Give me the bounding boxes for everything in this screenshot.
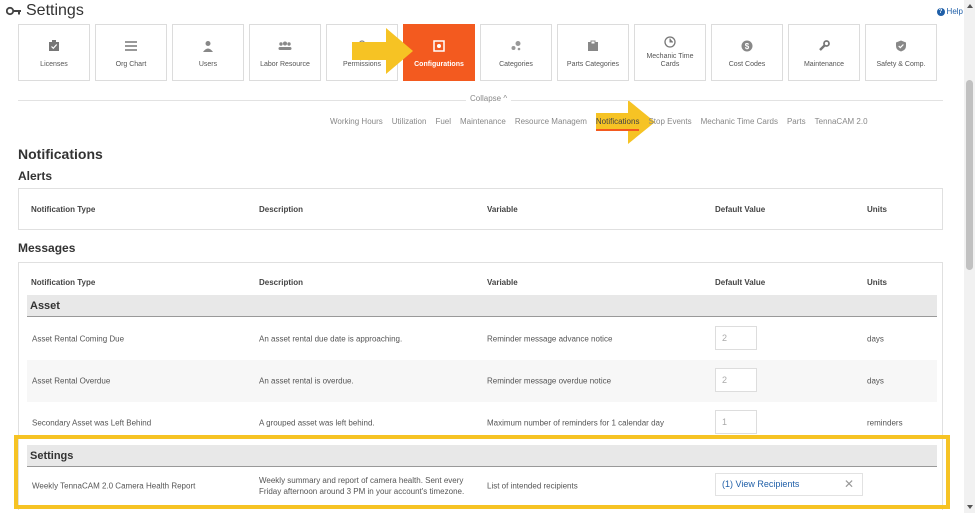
col-units: Units — [867, 278, 887, 287]
page-header-title: Settings — [26, 2, 84, 19]
tile-label: Labor Resource — [260, 61, 310, 68]
clock-icon — [663, 35, 677, 49]
shield-icon — [894, 39, 908, 53]
col-description: Description — [259, 278, 304, 287]
svg-text:$: $ — [745, 42, 750, 51]
tile-users[interactable]: Users — [172, 24, 244, 81]
col-variable: Variable — [487, 278, 518, 287]
subtab-parts[interactable]: Parts — [787, 117, 806, 131]
subtab-stop-events[interactable]: Stop Events — [648, 117, 691, 131]
tile-label: Org Chart — [115, 61, 147, 68]
key-icon — [6, 3, 22, 19]
col-notification-type: Notification Type — [31, 205, 96, 214]
parts-icon — [586, 39, 600, 53]
dollar-icon: $ — [740, 39, 754, 53]
subtab-maintenance[interactable]: Maintenance — [460, 117, 506, 131]
help-label: Help — [946, 7, 963, 16]
tile-label: Parts Categories — [566, 61, 620, 68]
categories-icon — [509, 39, 523, 53]
col-variable: Variable — [487, 205, 518, 214]
tile-labor-resource[interactable]: Labor Resource — [249, 24, 321, 81]
cell-type: Secondary Asset was Left Behind — [32, 418, 152, 428]
collapse-toggle[interactable]: Collapse ^ — [18, 93, 943, 107]
messages-heading: Messages — [18, 241, 76, 255]
default-value-input[interactable]: 1 — [715, 410, 757, 434]
tile-org-chart[interactable]: Org Chart — [95, 24, 167, 81]
tile-maintenance[interactable]: Maintenance — [788, 24, 860, 81]
cell-type: Asset Rental Overdue — [32, 376, 111, 386]
subtab-working-hours[interactable]: Working Hours — [330, 117, 383, 131]
col-units: Units — [867, 205, 887, 214]
annotation-highlight-box — [14, 435, 950, 509]
table-row: Asset Rental Overdue An asset rental is … — [27, 360, 937, 402]
cell-units: days — [867, 376, 884, 386]
alerts-table: Notification Type Description Variable D… — [18, 188, 943, 230]
tile-mechanic-time-cards[interactable]: Mechanic Time Cards — [634, 24, 706, 81]
license-icon — [47, 39, 61, 53]
cell-description: A grouped asset was left behind. — [259, 418, 375, 428]
tile-cost-codes[interactable]: $ Cost Codes — [711, 24, 783, 81]
cell-units: reminders — [867, 418, 903, 428]
subtab-tennacam[interactable]: TennaCAM 2.0 — [815, 117, 868, 131]
tile-safety-comp[interactable]: Safety & Comp. — [865, 24, 937, 81]
tile-label: Configurations — [414, 61, 464, 68]
user-icon — [201, 39, 215, 53]
scroll-down-icon[interactable] — [967, 505, 973, 509]
cell-description: An asset rental is overdue. — [259, 376, 354, 386]
top-bar: Settings ? Help — [0, 0, 975, 24]
tile-licenses[interactable]: Licenses — [18, 24, 90, 81]
col-description: Description — [259, 205, 304, 214]
tile-label: Categories — [499, 61, 533, 68]
settings-tiles: Licenses Org Chart Users Labor Resource … — [18, 24, 942, 81]
col-default-value: Default Value — [715, 205, 766, 214]
cell-variable: Reminder message overdue notice — [487, 376, 612, 386]
tile-label: Cost Codes — [728, 61, 766, 68]
gear-icon — [432, 39, 446, 53]
vertical-scrollbar[interactable] — [964, 0, 975, 513]
alerts-heading: Alerts — [18, 169, 53, 183]
cell-variable: Reminder message advance notice — [487, 334, 613, 344]
collapse-label: Collapse ^ — [466, 94, 512, 103]
subtab-resource-management[interactable]: Resource Managem — [515, 117, 587, 131]
tile-label: Users — [198, 61, 218, 68]
tile-label: Licenses — [40, 61, 68, 68]
tile-label: Mechanic Time Cards — [646, 53, 694, 68]
tile-label: Safety & Comp. — [876, 61, 926, 68]
tile-parts-categories[interactable]: Parts Categories — [557, 24, 629, 81]
people-icon — [278, 39, 292, 53]
default-value-input[interactable]: 2 — [715, 368, 757, 392]
cell-type: Asset Rental Coming Due — [32, 334, 125, 344]
table-row: Asset Rental Coming Due An asset rental … — [27, 318, 937, 360]
subtab-utilization[interactable]: Utilization — [392, 117, 427, 131]
org-chart-icon — [124, 39, 138, 53]
cell-units: days — [867, 334, 884, 344]
config-subtabs: Working Hours Utilization Fuel Maintenan… — [330, 117, 877, 131]
col-notification-type: Notification Type — [31, 278, 96, 287]
group-header-asset: Asset — [27, 295, 937, 317]
tile-categories[interactable]: Categories — [480, 24, 552, 81]
page-title: Notifications — [18, 146, 103, 162]
subtab-fuel[interactable]: Fuel — [435, 117, 451, 131]
default-value-input[interactable]: 2 — [715, 326, 757, 350]
app-title: Settings — [6, 2, 84, 20]
subtab-mechanic-time-cards[interactable]: Mechanic Time Cards — [701, 117, 778, 131]
subtab-notifications[interactable]: Notifications — [595, 117, 640, 131]
col-default-value: Default Value — [715, 278, 766, 287]
scrollbar-thumb[interactable] — [966, 80, 973, 270]
wrench-icon — [817, 39, 831, 53]
cell-description: An asset rental due date is approaching. — [259, 334, 403, 344]
annotation-arrow-configurations — [352, 28, 413, 74]
help-icon: ? — [936, 7, 945, 16]
tile-label: Maintenance — [803, 61, 845, 68]
cell-variable: Maximum number of reminders for 1 calend… — [487, 418, 664, 428]
scroll-up-icon[interactable] — [967, 4, 973, 8]
help-link[interactable]: ? Help — [936, 7, 963, 16]
